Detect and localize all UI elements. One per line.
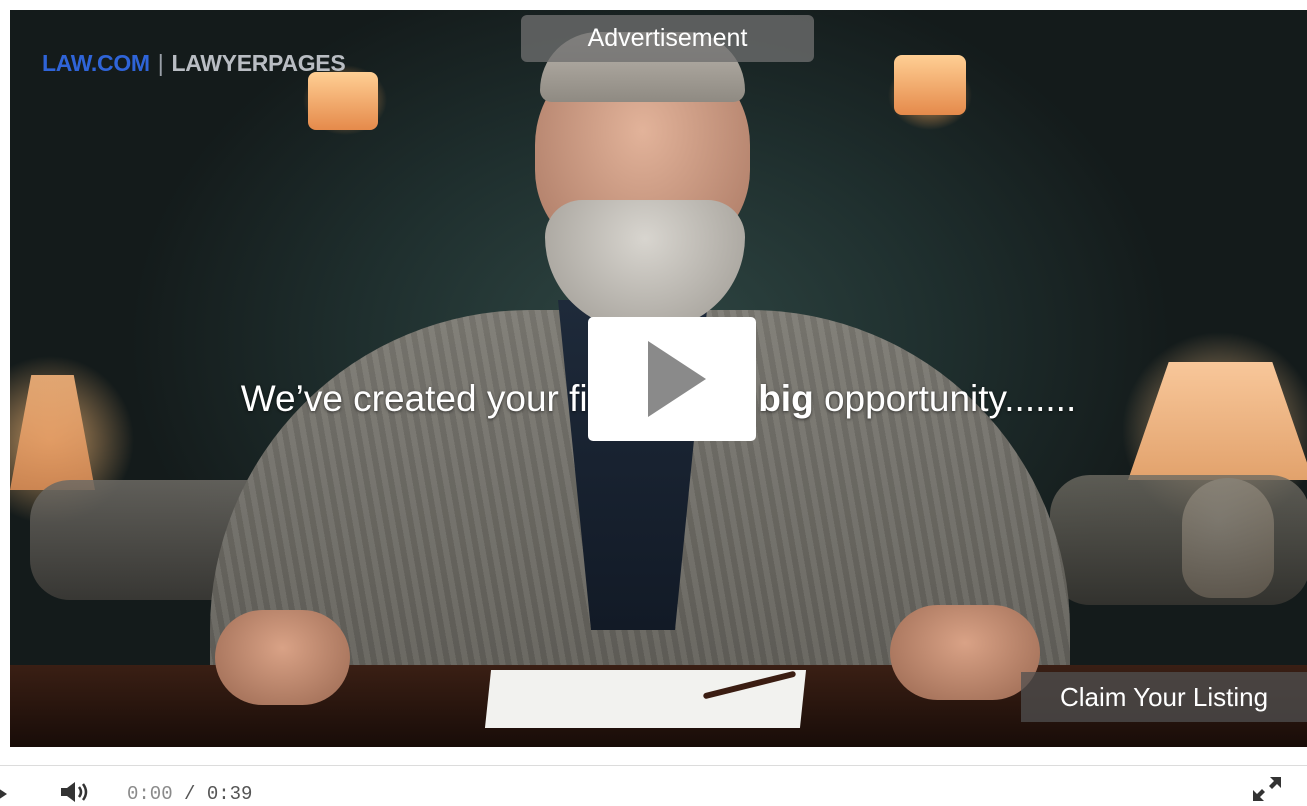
scene-sofa-right (1050, 475, 1307, 605)
video-player: LAW.COM | LAWYERPAGES Advertisement We’ve … (0, 0, 1307, 806)
scene-sconce-left (308, 72, 378, 130)
volume-icon[interactable] (58, 780, 92, 804)
caption-part3: opportunity....... (813, 378, 1077, 419)
claim-listing-button[interactable]: Claim Your Listing (1021, 672, 1307, 722)
scene-hand-left (215, 610, 350, 705)
brand-logo: LAW.COM | LAWYERPAGES (42, 50, 346, 77)
play-icon[interactable] (0, 788, 7, 800)
video-frame[interactable]: LAW.COM | LAWYERPAGES Advertisement We’ve … (10, 10, 1307, 747)
advertisement-badge: Advertisement (521, 15, 814, 62)
current-time: 0:00 (127, 783, 173, 805)
play-overlay-icon (648, 341, 706, 417)
scene-hand-right (890, 605, 1040, 700)
duration: / 0:39 (184, 783, 253, 805)
fullscreen-icon[interactable] (1250, 774, 1284, 804)
brand-separator: | (157, 50, 164, 76)
caption-bold: big (758, 378, 814, 419)
play-overlay-button[interactable] (588, 317, 756, 441)
brand-primary: LAW.COM (42, 50, 150, 76)
scene-sconce-right (894, 55, 966, 115)
caption-part1: We’ve created your fi (240, 378, 588, 419)
brand-secondary: LAWYERPAGES (171, 50, 346, 76)
control-bar: 0:00 / 0:39 (0, 765, 1307, 806)
time-display: 0:00 / 0:39 (127, 783, 252, 805)
